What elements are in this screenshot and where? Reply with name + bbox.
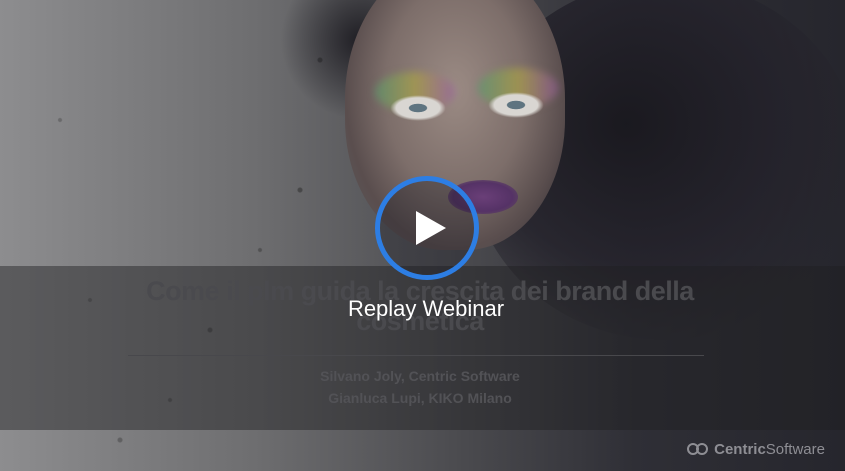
play-button[interactable] xyxy=(375,176,479,280)
video-player[interactable]: Come il plm guida la crescita dei brand … xyxy=(0,0,845,471)
eye-right xyxy=(488,92,544,118)
eye-left xyxy=(390,95,446,121)
replay-webinar-label[interactable]: Replay Webinar xyxy=(0,296,845,322)
centric-software-logo: Centric Software xyxy=(687,441,825,458)
centric-logo-icon xyxy=(687,442,709,457)
overlay-band xyxy=(0,266,845,430)
logo-word-software: Software xyxy=(765,441,825,458)
play-icon xyxy=(416,211,446,245)
logo-word-centric: Centric xyxy=(714,441,766,458)
